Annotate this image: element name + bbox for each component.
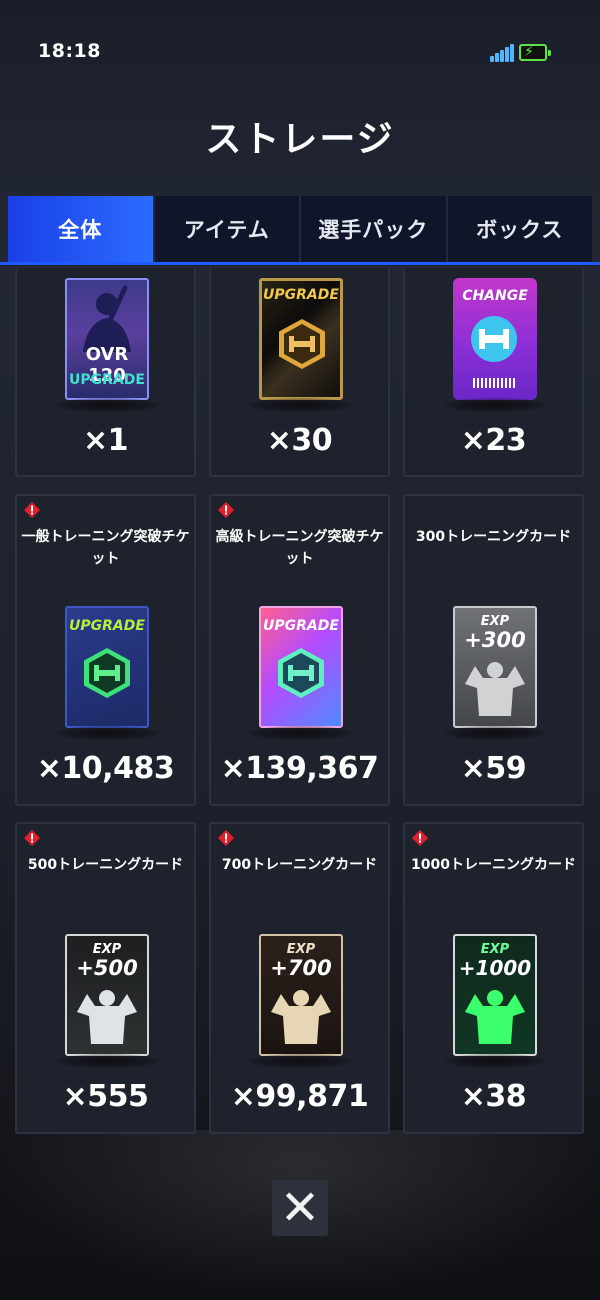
training-card-image: EXP +700 [259, 934, 343, 1056]
batter-silhouette-icon [83, 285, 131, 352]
card-exp-value: +1000 [458, 956, 532, 980]
card-exp-label: EXP [480, 942, 510, 957]
card-upgrade-label: UPGRADE [263, 618, 339, 634]
barcode-icon [473, 378, 515, 388]
item-quantity: ×59 [460, 751, 527, 786]
item-name: 1000トレーニングカード [411, 857, 576, 873]
item-card[interactable]: OVR 120 UPGRADE ×1 [15, 268, 196, 477]
item-quantity: ×99,871 [230, 1079, 369, 1114]
item-name: 高級トレーニング突破チケット [215, 529, 384, 567]
item-quantity: ×555 [62, 1079, 149, 1114]
card-exp-value: +500 [76, 956, 138, 980]
card-exp-label: EXP [480, 614, 510, 629]
item-card[interactable]: CHANGE ×23 [403, 268, 584, 477]
dumbbell-icon [84, 648, 130, 698]
muscle-silhouette-icon [465, 662, 525, 716]
item-name: 700トレーニングカード [221, 857, 378, 873]
training-card-image: EXP +500 [65, 934, 149, 1056]
card-upgrade-label: UPGRADE [69, 372, 145, 388]
warning-icon [218, 830, 234, 846]
tab-all[interactable]: 全体 [8, 196, 155, 262]
dumbbell-icon [278, 648, 324, 698]
item-card[interactable]: 1000トレーニングカード EXP +1000 ×38 [403, 822, 584, 1134]
muscle-silhouette-icon [465, 990, 525, 1044]
tab-items[interactable]: アイテム [154, 196, 301, 262]
item-quantity: ×10,483 [36, 751, 175, 786]
change-ticket-image: CHANGE [453, 278, 537, 400]
tab-player-packs[interactable]: 選手パック [301, 196, 448, 262]
item-quantity: ×1 [82, 423, 129, 458]
warning-icon [218, 502, 234, 518]
item-card[interactable]: 一般トレーニング突破チケット UPGRADE ×10,483 [15, 494, 196, 806]
card-exp-label: EXP [286, 942, 316, 957]
item-card[interactable]: 700トレーニングカード EXP +700 ×99,871 [209, 822, 390, 1134]
upgrade-ticket-image: UPGRADE [259, 606, 343, 728]
item-quantity: ×38 [460, 1079, 527, 1114]
muscle-silhouette-icon [271, 990, 331, 1044]
page-title: ストレージ [205, 119, 395, 160]
warning-icon [412, 830, 428, 846]
training-card-image: EXP +1000 [453, 934, 537, 1056]
training-card-image: EXP +300 [453, 606, 537, 728]
item-name: 一般トレーニング突破チケット [21, 529, 190, 567]
card-change-label: CHANGE [462, 288, 528, 304]
status-time: 18:18 [38, 40, 101, 62]
close-button[interactable]: ✕ [272, 1180, 328, 1236]
muscle-silhouette-icon [77, 990, 137, 1044]
dumbbell-icon [279, 319, 325, 369]
item-card[interactable]: UPGRADE ×30 [209, 268, 390, 477]
card-exp-label: EXP [92, 942, 122, 957]
upgrade-gold-card-image: UPGRADE [259, 278, 343, 400]
upgrade-player-card-image: OVR 120 UPGRADE [65, 278, 149, 400]
tab-bar: 全体 アイテム 選手パック ボックス [0, 196, 600, 265]
tab-boxes[interactable]: ボックス [447, 196, 592, 262]
card-upgrade-label: UPGRADE [69, 618, 145, 634]
item-card[interactable]: 500トレーニングカード EXP +500 ×555 [15, 822, 196, 1134]
warning-icon [24, 502, 40, 518]
item-quantity: ×23 [460, 423, 527, 458]
warning-icon [24, 830, 40, 846]
status-bar: 18:18 ⚡ [0, 0, 600, 100]
upgrade-ticket-image: UPGRADE [65, 606, 149, 728]
card-exp-value: +700 [270, 956, 332, 980]
item-name: 500トレーニングカード [27, 857, 184, 873]
item-card[interactable]: 300トレーニングカード EXP +300 ×59 [403, 494, 584, 806]
item-card[interactable]: 高級トレーニング突破チケット UPGRADE ×139,367 [209, 494, 390, 806]
card-upgrade-label: UPGRADE [263, 287, 339, 303]
exchange-icon [471, 316, 517, 362]
battery-icon: ⚡ [519, 44, 551, 61]
item-quantity: ×139,367 [220, 751, 379, 786]
signal-icon [490, 44, 514, 62]
item-quantity: ×30 [266, 423, 333, 458]
item-name: 300トレーニングカード [415, 529, 572, 545]
card-exp-value: +300 [464, 628, 526, 652]
